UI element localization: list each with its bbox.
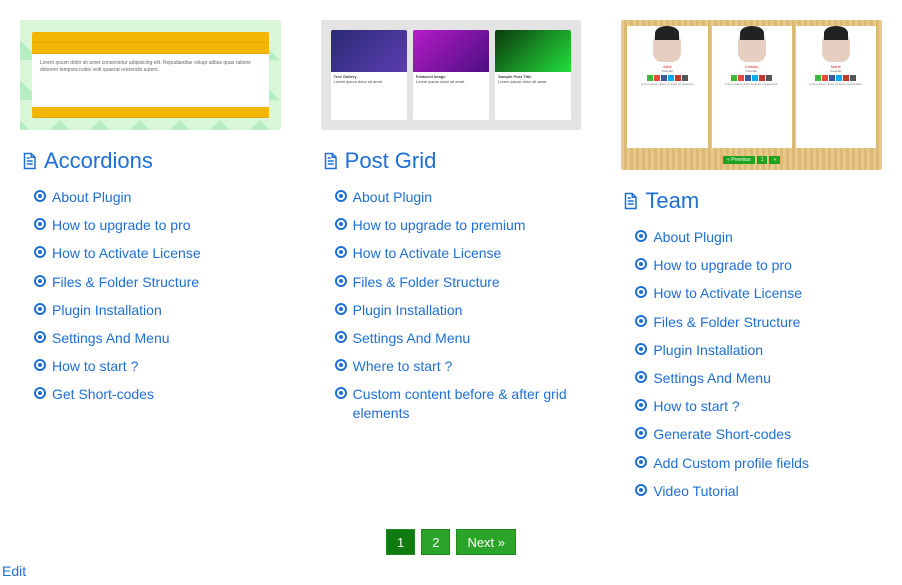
bullet-icon: [335, 190, 347, 202]
link-item[interactable]: How to upgrade to pro: [635, 256, 882, 274]
card-title[interactable]: Team: [621, 188, 882, 214]
bullet-icon: [635, 427, 647, 439]
card-title[interactable]: Post Grid: [321, 148, 582, 174]
link-item[interactable]: How to start ?: [635, 397, 882, 415]
bullet-icon: [635, 371, 647, 383]
bullet-icon: [635, 343, 647, 355]
bullet-icon: [34, 275, 46, 287]
card-team: AliceFounderLorem ipsum dolor sit amet c…: [621, 20, 882, 510]
link-list-team: About Plugin How to upgrade to pro How t…: [621, 228, 882, 500]
link-item[interactable]: Where to start ?: [335, 357, 582, 375]
card-post-grid: Tree GalleryLorem ipsum dolor sit amet. …: [321, 20, 582, 510]
card-title-text: Team: [645, 188, 699, 214]
bullet-icon: [635, 230, 647, 242]
link-item[interactable]: How to Activate License: [34, 244, 281, 262]
thumbnail-team: AliceFounderLorem ipsum dolor sit amet c…: [621, 20, 882, 170]
link-item[interactable]: How to upgrade to premium: [335, 216, 582, 234]
link-item[interactable]: How to start ?: [34, 357, 281, 375]
bullet-icon: [635, 484, 647, 496]
bullet-icon: [635, 456, 647, 468]
bullet-icon: [635, 315, 647, 327]
link-item[interactable]: How to Activate License: [335, 244, 582, 262]
bullet-icon: [34, 303, 46, 315]
bullet-icon: [335, 387, 347, 399]
link-item[interactable]: Files & Folder Structure: [34, 273, 281, 291]
card-title-text: Accordions: [44, 148, 153, 174]
document-icon: [321, 151, 339, 171]
link-item[interactable]: About Plugin: [335, 188, 582, 206]
document-icon: [20, 151, 38, 171]
page-2-button[interactable]: 2: [421, 529, 450, 555]
link-item[interactable]: Files & Folder Structure: [335, 273, 582, 291]
link-item[interactable]: Plugin Installation: [335, 301, 582, 319]
link-item[interactable]: Add Custom profile fields: [635, 454, 882, 472]
link-list-post-grid: About Plugin How to upgrade to premium H…: [321, 188, 582, 422]
link-item[interactable]: Plugin Installation: [635, 341, 882, 359]
link-list-accordions: About Plugin How to upgrade to pro How t…: [20, 188, 281, 404]
bullet-icon: [635, 286, 647, 298]
bullet-icon: [34, 359, 46, 371]
card-title[interactable]: Accordions: [20, 148, 281, 174]
link-item[interactable]: How to upgrade to pro: [34, 216, 281, 234]
bullet-icon: [335, 218, 347, 230]
link-item[interactable]: Generate Short-codes: [635, 425, 882, 443]
bullet-icon: [34, 246, 46, 258]
bullet-icon: [34, 387, 46, 399]
link-item[interactable]: Get Short-codes: [34, 385, 281, 403]
document-icon: [621, 191, 639, 211]
link-item[interactable]: Files & Folder Structure: [635, 313, 882, 331]
edit-link[interactable]: Edit: [2, 563, 26, 579]
bullet-icon: [335, 275, 347, 287]
card-columns: Lorem ipsum dolor sit amet consectetur a…: [0, 0, 902, 510]
next-page-button[interactable]: Next »: [456, 529, 516, 555]
bullet-icon: [335, 359, 347, 371]
bullet-icon: [635, 258, 647, 270]
bullet-icon: [34, 190, 46, 202]
page-1-button[interactable]: 1: [386, 529, 415, 555]
bullet-icon: [335, 331, 347, 343]
bullet-icon: [34, 331, 46, 343]
link-item[interactable]: Settings And Menu: [34, 329, 281, 347]
bullet-icon: [34, 218, 46, 230]
bullet-icon: [335, 303, 347, 315]
link-item[interactable]: About Plugin: [635, 228, 882, 246]
link-item[interactable]: Plugin Installation: [34, 301, 281, 319]
bullet-icon: [335, 246, 347, 258]
link-item[interactable]: Settings And Menu: [335, 329, 582, 347]
thumbnail-accordions: Lorem ipsum dolor sit amet consectetur a…: [20, 20, 281, 130]
link-item[interactable]: About Plugin: [34, 188, 281, 206]
bullet-icon: [635, 399, 647, 411]
card-title-text: Post Grid: [345, 148, 437, 174]
link-item[interactable]: Custom content before & after grid eleme…: [335, 385, 582, 421]
thumbnail-post-grid: Tree GalleryLorem ipsum dolor sit amet. …: [321, 20, 582, 130]
link-item[interactable]: How to Activate License: [635, 284, 882, 302]
card-accordions: Lorem ipsum dolor sit amet consectetur a…: [20, 20, 281, 510]
link-item[interactable]: Video Tutorial: [635, 482, 882, 500]
pagination: 1 2 Next »: [0, 529, 902, 555]
link-item[interactable]: Settings And Menu: [635, 369, 882, 387]
